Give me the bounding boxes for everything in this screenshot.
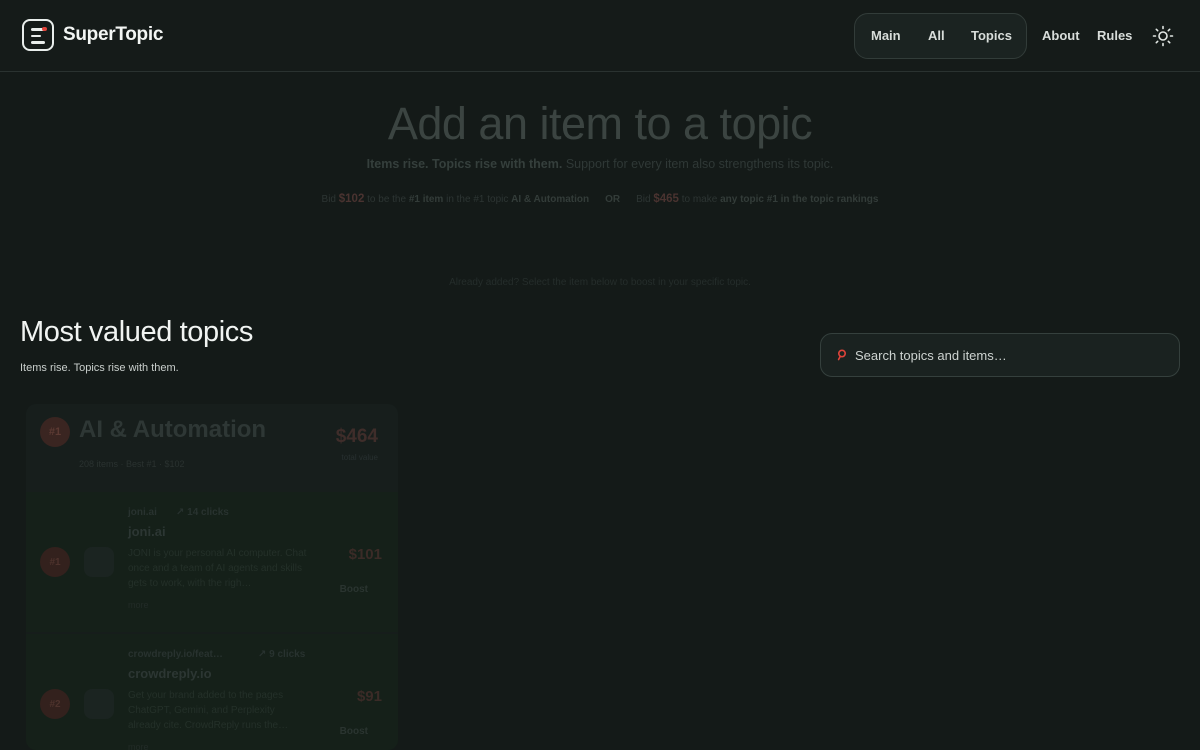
item-thumbnail [84,689,114,719]
top-header: SuperTopic Main All Topics About Rules [0,0,1200,72]
nav-main[interactable]: Main [871,28,901,43]
sun-icon[interactable] [1152,25,1174,47]
brand-name: SuperTopic [63,24,164,45]
boost-button[interactable]: Boost [340,726,368,737]
item-more-link[interactable]: more [128,742,149,750]
item-name[interactable]: joni.ai [128,524,166,539]
item-description: Get your brand added to the pages ChatGP… [128,690,289,731]
offer-price-item[interactable]: $102 [339,193,365,205]
list-item[interactable]: #1 joni.ai ↗ 14 clicks joni.ai JONI is y… [26,492,398,632]
offer-text: in the #1 topic [443,194,512,205]
item-description: JONI is your personal AI computer. Chat … [128,548,307,589]
topic-rank-badge: #1 [40,417,70,447]
item-price: $101 [348,546,382,563]
item-name[interactable]: crowdreply.io [128,666,212,681]
item-price: $91 [356,688,382,705]
topic-value: $464 [335,426,378,447]
logo-icon [22,19,54,51]
search-icon [837,349,847,361]
item-thumbnail [84,547,114,577]
offer-bold: #1 item [408,194,444,205]
nav-about[interactable]: About [1042,28,1080,43]
section-title: Most valued topics [20,316,253,348]
topic-card[interactable]: #1 AI & Automation 208 items · Best #1 ·… [26,404,398,750]
offer-topic[interactable]: AI & Automation [511,194,589,205]
item-more-link[interactable]: more [128,600,149,610]
search-input[interactable] [855,334,1165,376]
item-clicks: ↗ 14 clicks [176,507,229,518]
topic-header[interactable]: #1 AI & Automation 208 items · Best #1 ·… [26,404,398,492]
hero-note: Already added? Select the item below to … [449,277,751,288]
boost-button[interactable]: Boost [340,584,368,595]
offer-text: to make [678,194,721,205]
offer-price-topic[interactable]: $465 [653,193,679,205]
offer-text: Bid [636,194,654,205]
brand-logo[interactable]: SuperTopic [22,19,163,51]
search-box[interactable] [820,333,1180,377]
item-domain[interactable]: crowdreply.io/feat… [128,649,223,660]
topic-name[interactable]: AI & Automation [79,416,266,444]
topic-meta: 208 items · Best #1 · $102 [79,459,185,469]
hero-title: Add an item to a topic [387,98,813,149]
section-subtitle: Items rise. Topics rise with them. [20,362,179,374]
hero-subtitle-rest: Support for every item also strengthens … [562,157,834,171]
offer-bold: any topic #1 in the topic rankings [720,194,879,205]
hero-subtitle: Items rise. Topics rise with them. Suppo… [0,157,1200,171]
nav-topics[interactable]: Topics [971,28,1012,43]
nav-rules[interactable]: Rules [1097,28,1132,43]
topic-value-label: total value [341,453,378,462]
offer-or: OR [605,194,621,205]
item-rank-badge: #2 [40,689,70,719]
item-clicks: ↗ 9 clicks [258,649,306,660]
list-item[interactable]: #2 crowdreply.io/feat… ↗ 9 clicks crowdr… [26,634,398,750]
nav-all[interactable]: All [928,28,945,43]
item-domain[interactable]: joni.ai [128,507,157,518]
hero-subtitle-bold: Items rise. Topics rise with them. [366,157,563,171]
offer-text: to be the [364,194,409,205]
item-rank-badge: #1 [40,547,70,577]
primary-nav: Main All Topics [854,13,1027,59]
hero-offer: Bid $102 to be the #1 item in the #1 top… [0,193,1200,205]
offer-text: Bid [321,194,339,205]
